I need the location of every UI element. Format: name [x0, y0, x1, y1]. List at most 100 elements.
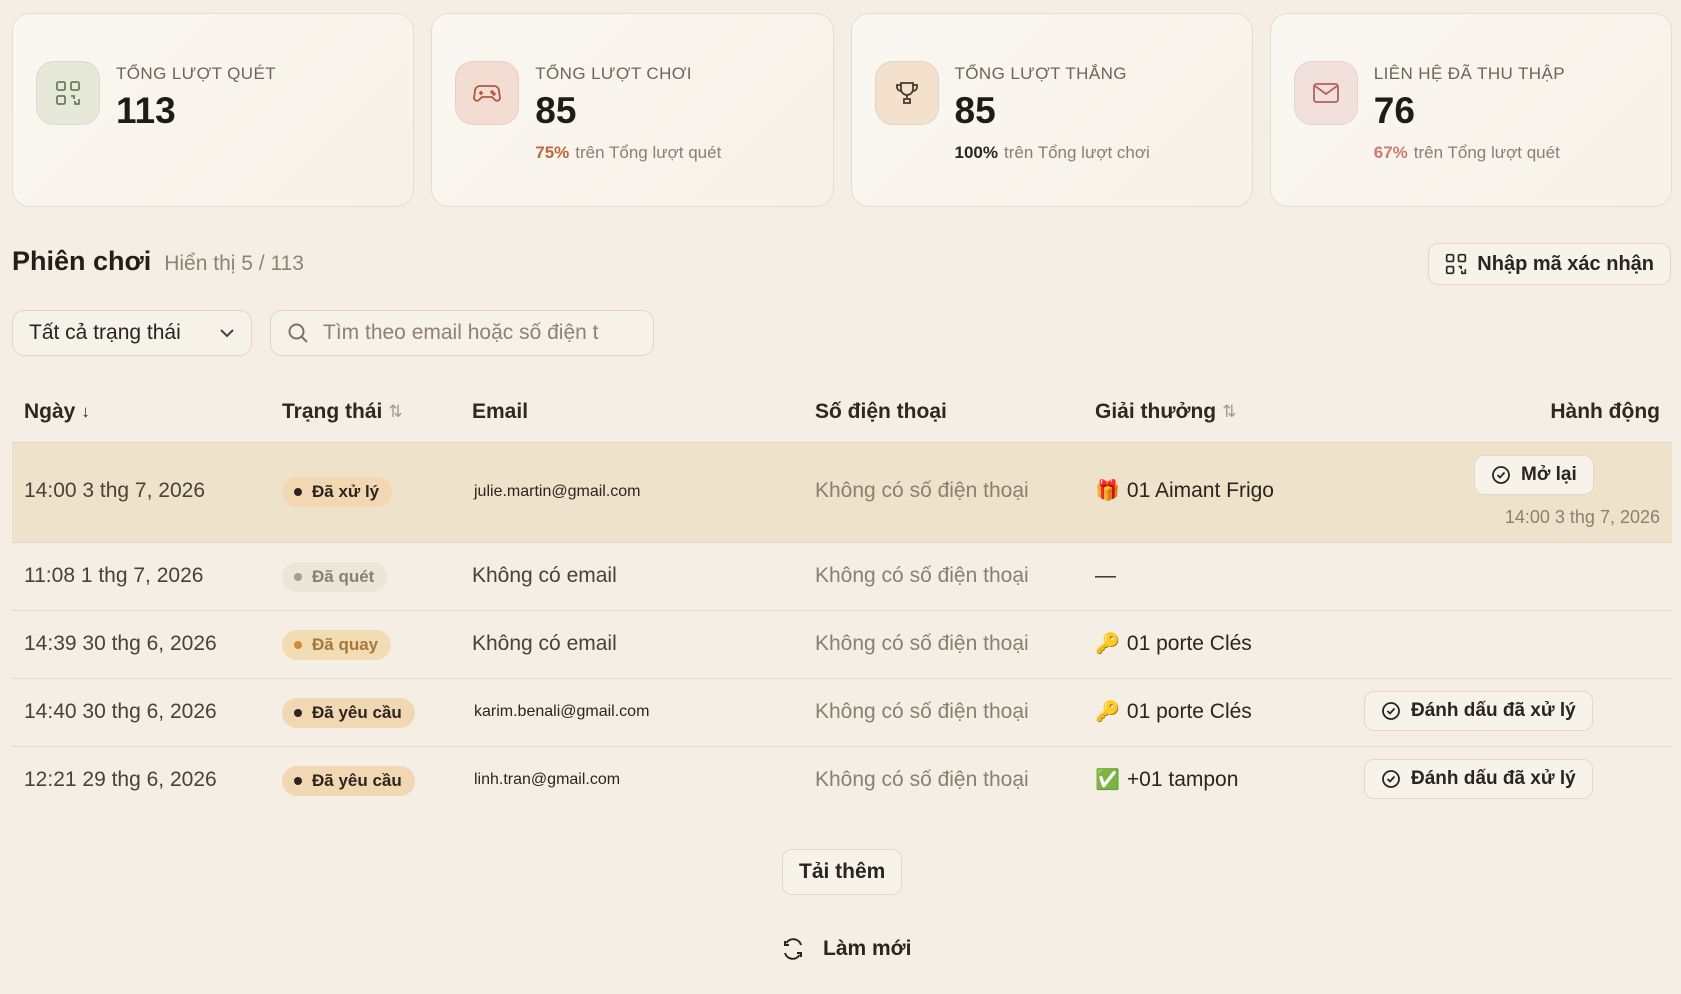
stat-sub: 100% trên Tổng lượt chơi	[955, 143, 1150, 163]
refresh-label: Làm mới	[823, 937, 912, 960]
column-status-label: Trạng thái	[282, 400, 383, 423]
search-box	[270, 310, 654, 356]
stat-sub: 67% trên Tổng lượt quét	[1374, 143, 1560, 163]
row-prize-label: 01 porte Clés	[1126, 699, 1252, 723]
row-phone: Không có số điện thoại	[815, 479, 1029, 502]
table-row[interactable]: 14:39 30 thg 6, 2026 Đã quay Không có em…	[12, 611, 1672, 679]
stat-sub-percent: 67%	[1373, 143, 1408, 162]
search-input[interactable]	[321, 320, 625, 346]
status-badge: Đã quét	[282, 562, 388, 592]
refresh-icon	[784, 938, 802, 960]
row-prize-label: +01 tampon	[1126, 767, 1239, 791]
table-row[interactable]: 14:40 30 thg 6, 2026 Đã yêu cầu karim.be…	[12, 679, 1672, 747]
stat-value: 85	[954, 90, 996, 131]
status-badge: Đã yêu cầu	[282, 698, 415, 728]
stat-sub-percent: 75%	[535, 143, 570, 162]
stat-sub: 75% trên Tổng lượt quét	[535, 143, 721, 163]
reopen-button[interactable]: Mở lại	[1474, 455, 1594, 495]
mark-processed-button[interactable]: Đánh dấu đã xử lý	[1364, 759, 1593, 799]
row-prize: 🔑 01 porte Clés	[1095, 699, 1252, 724]
stat-card-scans: TỔNG LƯỢT QUÉT 113	[12, 13, 415, 207]
column-date[interactable]: Ngày ↓	[24, 400, 90, 424]
row-prize-label: 01 Aimant Frigo	[1126, 478, 1274, 502]
table-row[interactable]: 11:08 1 thg 7, 2026 Đã quét Không có ema…	[12, 543, 1672, 611]
mark-processed-label: Đánh dấu đã xử lý	[1411, 700, 1576, 721]
column-status[interactable]: Trạng thái ⇅	[282, 400, 403, 424]
row-prize-label: 01 porte Clés	[1126, 631, 1252, 655]
results-count: Hiển thị 5 / 113	[164, 252, 304, 275]
column-prize[interactable]: Giải thưởng ⇅	[1095, 400, 1236, 424]
stat-value: 76	[1373, 90, 1415, 131]
row-date: 14:00 3 thg 7, 2026	[24, 479, 205, 502]
column-date-label: Ngày	[24, 400, 76, 423]
row-phone: Không có số điện thoại	[815, 700, 1029, 723]
reopen-label: Mở lại	[1521, 464, 1577, 485]
check-circle-icon	[1382, 770, 1400, 788]
stat-value: 113	[116, 90, 176, 131]
check-mark-icon: ✅	[1095, 769, 1120, 791]
processed-date: 14:00 3 thg 7, 2026	[1504, 507, 1660, 527]
stat-label: TỔNG LƯỢT CHƠI	[535, 64, 692, 83]
stat-sub-percent: 100%	[954, 143, 998, 162]
stat-sub-text: trên Tổng lượt quét	[575, 143, 722, 162]
mail-icon	[1293, 61, 1358, 125]
arrow-down-icon: ↓	[81, 402, 90, 421]
stat-card-wins: TỔNG LƯỢT THẮNG 85 100% trên Tổng lượt ch…	[850, 13, 1253, 207]
table-row[interactable]: 12:21 29 thg 6, 2026 Đã yêu cầu linh.tra…	[12, 747, 1672, 814]
chevron-down-icon	[220, 329, 234, 338]
key-icon: 🔑	[1095, 701, 1120, 723]
column-action: Hành động	[1550, 400, 1660, 424]
status-badge: Đã xử lý	[282, 477, 393, 507]
row-email: Không có email	[472, 564, 617, 587]
table-header: Ngày ↓ Trạng thái ⇅ Email Số điện thoại Gi…	[12, 390, 1672, 443]
check-circle-icon	[1492, 466, 1510, 484]
row-email: linh.tran@gmail.com	[474, 771, 621, 788]
row-phone: Không có số điện thoại	[815, 564, 1029, 587]
status-badge-label: Đã quét	[312, 567, 375, 586]
row-prize: 🎁 01 Aimant Frigo	[1095, 478, 1274, 503]
status-badge-label: Đã yêu cầu	[312, 703, 402, 722]
column-phone: Số điện thoại	[815, 400, 947, 424]
mark-processed-label: Đánh dấu đã xử lý	[1411, 768, 1576, 789]
stat-card-plays: TỔNG LƯỢT CHƠI 85 75% trên Tổng lượt quét	[431, 13, 834, 207]
row-email: Không có email	[472, 632, 617, 655]
gift-icon: 🎁	[1095, 480, 1120, 502]
status-filter-select[interactable]: Tất cả trạng thái	[12, 310, 252, 356]
refresh-button[interactable]: Làm mới	[775, 936, 917, 962]
search-icon	[288, 323, 308, 343]
status-badge: Đã quay	[282, 630, 392, 660]
column-prize-label: Giải thưởng	[1095, 400, 1217, 423]
row-prize: 🔑 01 porte Clés	[1095, 631, 1252, 656]
row-date: 11:08 1 thg 7, 2026	[24, 564, 204, 587]
status-badge-label: Đã yêu cầu	[312, 771, 402, 790]
row-date: 14:40 30 thg 6, 2026	[24, 700, 217, 723]
row-email: julie.martin@gmail.com	[474, 483, 641, 500]
sort-icon: ⇅	[388, 402, 403, 421]
column-email-label: Email	[472, 400, 529, 423]
column-phone-label: Số điện thoại	[815, 400, 947, 423]
stat-sub-text: trên Tổng lượt chơi	[1003, 143, 1150, 162]
row-phone: Không có số điện thoại	[815, 632, 1029, 655]
page-title: Phiên chơi	[12, 246, 152, 276]
enter-code-label: Nhập mã xác nhận	[1477, 252, 1654, 275]
column-action-label: Hành động	[1550, 400, 1660, 423]
status-badge: Đã yêu cầu	[282, 766, 415, 796]
row-date: 12:21 29 thg 6, 2026	[24, 768, 217, 791]
trophy-icon	[874, 61, 939, 125]
status-badge-label: Đã quay	[312, 635, 379, 654]
table-row[interactable]: 14:00 3 thg 7, 2026 Đã xử lý julie.marti…	[12, 443, 1672, 543]
status-badge-label: Đã xử lý	[312, 482, 380, 501]
enter-code-button[interactable]: Nhập mã xác nhận	[1428, 243, 1671, 285]
stat-label: TỔNG LƯỢT THẮNG	[954, 64, 1127, 83]
status-filter-value: Tất cả trạng thái	[29, 321, 181, 344]
load-more-label: Tải thêm	[799, 860, 886, 883]
qr-code-icon	[1446, 253, 1467, 275]
stat-label: TỔNG LƯỢT QUÉT	[116, 64, 277, 83]
column-email: Email	[472, 400, 528, 424]
check-circle-icon	[1382, 702, 1400, 720]
row-email: karim.benali@gmail.com	[474, 703, 650, 720]
load-more-button[interactable]: Tải thêm	[782, 849, 903, 895]
row-date: 14:39 30 thg 6, 2026	[24, 632, 217, 655]
mark-processed-button[interactable]: Đánh dấu đã xử lý	[1364, 691, 1593, 731]
qr-code-icon	[36, 61, 100, 125]
